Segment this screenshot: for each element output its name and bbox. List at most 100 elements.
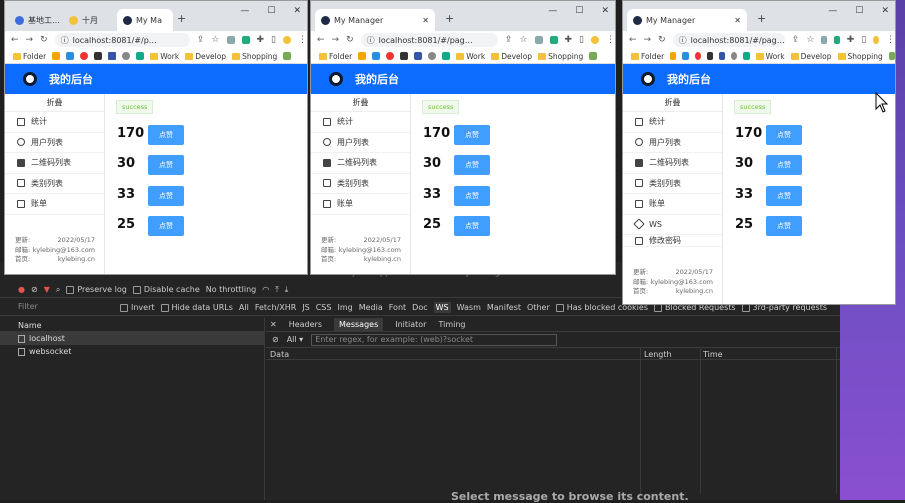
- share-icon[interactable]: ⇪: [197, 35, 205, 45]
- close-icon[interactable]: ✕: [293, 6, 301, 16]
- type-wasm[interactable]: Wasm: [457, 303, 481, 312]
- bookmark-folder[interactable]: Folder: [631, 52, 664, 61]
- bookmark-icon[interactable]: [670, 52, 677, 60]
- menu-item-qrcode[interactable]: 二维码列表: [5, 153, 104, 174]
- bookmark-icon[interactable]: [80, 52, 89, 60]
- like-button[interactable]: 点赞: [148, 125, 184, 145]
- bookmark-develop[interactable]: Develop: [491, 52, 532, 61]
- type-ws[interactable]: WS: [433, 302, 451, 313]
- extension-icon[interactable]: [834, 36, 840, 44]
- minimize-icon[interactable]: —: [548, 6, 557, 16]
- block-icon[interactable]: ⊘: [272, 335, 279, 344]
- menu-icon[interactable]: ⋮: [298, 35, 307, 45]
- menu-item-categories[interactable]: 类别列表: [623, 174, 722, 194]
- browser-tab[interactable]: 十月: [63, 9, 115, 31]
- record-icon[interactable]: ●: [18, 285, 25, 294]
- throttling-select[interactable]: No throttling: [206, 285, 257, 294]
- menu-icon[interactable]: ⋮: [886, 35, 895, 45]
- like-button[interactable]: 点赞: [148, 186, 184, 206]
- hide-data-urls-checkbox[interactable]: Hide data URLs: [160, 303, 233, 312]
- bookmark-work[interactable]: Work: [150, 52, 179, 61]
- bookmark-icon[interactable]: [731, 52, 738, 60]
- disable-cache-checkbox[interactable]: Disable cache: [132, 285, 200, 294]
- bookmark-icon[interactable]: [386, 52, 395, 60]
- collapse-toggle[interactable]: 折叠: [5, 94, 104, 112]
- length-column-header[interactable]: Length: [644, 350, 672, 359]
- menu-item-bills[interactable]: 账单: [311, 194, 410, 215]
- minimize-icon[interactable]: —: [240, 6, 249, 16]
- forward-icon[interactable]: →: [332, 35, 340, 45]
- filter-icon[interactable]: ▼: [44, 285, 50, 294]
- share-icon[interactable]: ⇪: [505, 35, 513, 45]
- wifi-icon[interactable]: ◠: [262, 285, 269, 294]
- profile-icon[interactable]: [283, 36, 291, 44]
- new-tab-icon[interactable]: +: [445, 12, 454, 25]
- sidebar-icon[interactable]: ▯: [271, 35, 276, 45]
- maximize-icon[interactable]: ☐: [575, 6, 583, 16]
- puzzle-icon[interactable]: ✚: [847, 35, 855, 45]
- bookmark-folder[interactable]: Folder: [13, 52, 46, 61]
- extension-icon[interactable]: [821, 36, 828, 44]
- type-media[interactable]: Media: [359, 303, 383, 312]
- like-button[interactable]: 点赞: [454, 216, 490, 236]
- url-field[interactable]: ⓘ localhost:8081/#/pag…: [360, 33, 498, 47]
- like-button[interactable]: 点赞: [766, 186, 802, 206]
- data-column-header[interactable]: Data: [270, 350, 289, 359]
- tab-messages[interactable]: Messages: [334, 318, 384, 331]
- filter-input[interactable]: Filter: [16, 302, 114, 314]
- bookmark-icon[interactable]: [694, 52, 701, 60]
- bookmark-icon[interactable]: [428, 52, 437, 60]
- back-icon[interactable]: ←: [629, 35, 637, 45]
- star-icon[interactable]: ☆: [211, 35, 219, 45]
- bookmark-work[interactable]: Work: [456, 52, 485, 61]
- like-button[interactable]: 点赞: [766, 125, 802, 145]
- sidebar-icon[interactable]: ▯: [579, 35, 584, 45]
- bookmark-icon[interactable]: [719, 52, 726, 60]
- bookmark-icon[interactable]: [283, 52, 292, 60]
- bookmark-icon[interactable]: [682, 52, 689, 60]
- type-img[interactable]: Img: [337, 303, 352, 312]
- request-row[interactable]: localhost: [0, 332, 264, 345]
- maximize-icon[interactable]: ☐: [855, 6, 863, 16]
- bookmark-folder[interactable]: Folder: [319, 52, 352, 61]
- type-js[interactable]: JS: [302, 303, 309, 312]
- maximize-icon[interactable]: ☐: [267, 6, 275, 16]
- tab-timing[interactable]: Timing: [438, 320, 465, 329]
- tab-initiator[interactable]: Initiator: [395, 320, 426, 329]
- type-other[interactable]: Other: [527, 303, 550, 312]
- extension-icon[interactable]: [226, 36, 235, 44]
- menu-item-categories[interactable]: 类别列表: [5, 174, 104, 194]
- menu-item-password[interactable]: 修改密码: [623, 235, 722, 247]
- close-icon[interactable]: ✕: [270, 320, 277, 329]
- profile-icon[interactable]: [873, 36, 879, 44]
- bookmark-icon[interactable]: [66, 52, 75, 60]
- bookmark-icon[interactable]: [442, 52, 451, 60]
- bookmark-icon[interactable]: [589, 52, 598, 60]
- browser-tab-active[interactable]: My Ma: [117, 9, 173, 31]
- bookmark-work[interactable]: Work: [755, 52, 785, 61]
- star-icon[interactable]: ☆: [806, 35, 814, 45]
- type-font[interactable]: Font: [389, 303, 406, 312]
- minimize-icon[interactable]: —: [828, 6, 837, 16]
- bookmark-icon[interactable]: [358, 52, 367, 60]
- reload-icon[interactable]: ↻: [346, 35, 354, 45]
- search-icon[interactable]: ⌕: [56, 285, 60, 295]
- name-column-header[interactable]: Name: [0, 318, 264, 332]
- like-button[interactable]: 点赞: [148, 216, 184, 236]
- extension-icon[interactable]: [241, 36, 250, 44]
- type-manifest[interactable]: Manifest: [487, 303, 521, 312]
- browser-tab-active[interactable]: My Manager ✕: [315, 9, 435, 31]
- type-css[interactable]: CSS: [316, 303, 332, 312]
- close-icon[interactable]: ✕: [601, 6, 609, 16]
- new-tab-icon[interactable]: +: [177, 12, 186, 25]
- bookmark-icon[interactable]: [52, 52, 61, 60]
- star-icon[interactable]: ☆: [519, 35, 527, 45]
- download-icon[interactable]: ⤓: [285, 285, 289, 295]
- menu-item-users[interactable]: 用户列表: [623, 133, 722, 153]
- bookmark-icon[interactable]: [372, 52, 381, 60]
- menu-item-users[interactable]: 用户列表: [5, 133, 104, 153]
- bookmark-icon[interactable]: [94, 52, 103, 60]
- request-row[interactable]: websocket: [0, 345, 264, 358]
- bookmark-shopping[interactable]: Shopping: [837, 52, 883, 61]
- menu-item-bills[interactable]: 账单: [623, 194, 722, 215]
